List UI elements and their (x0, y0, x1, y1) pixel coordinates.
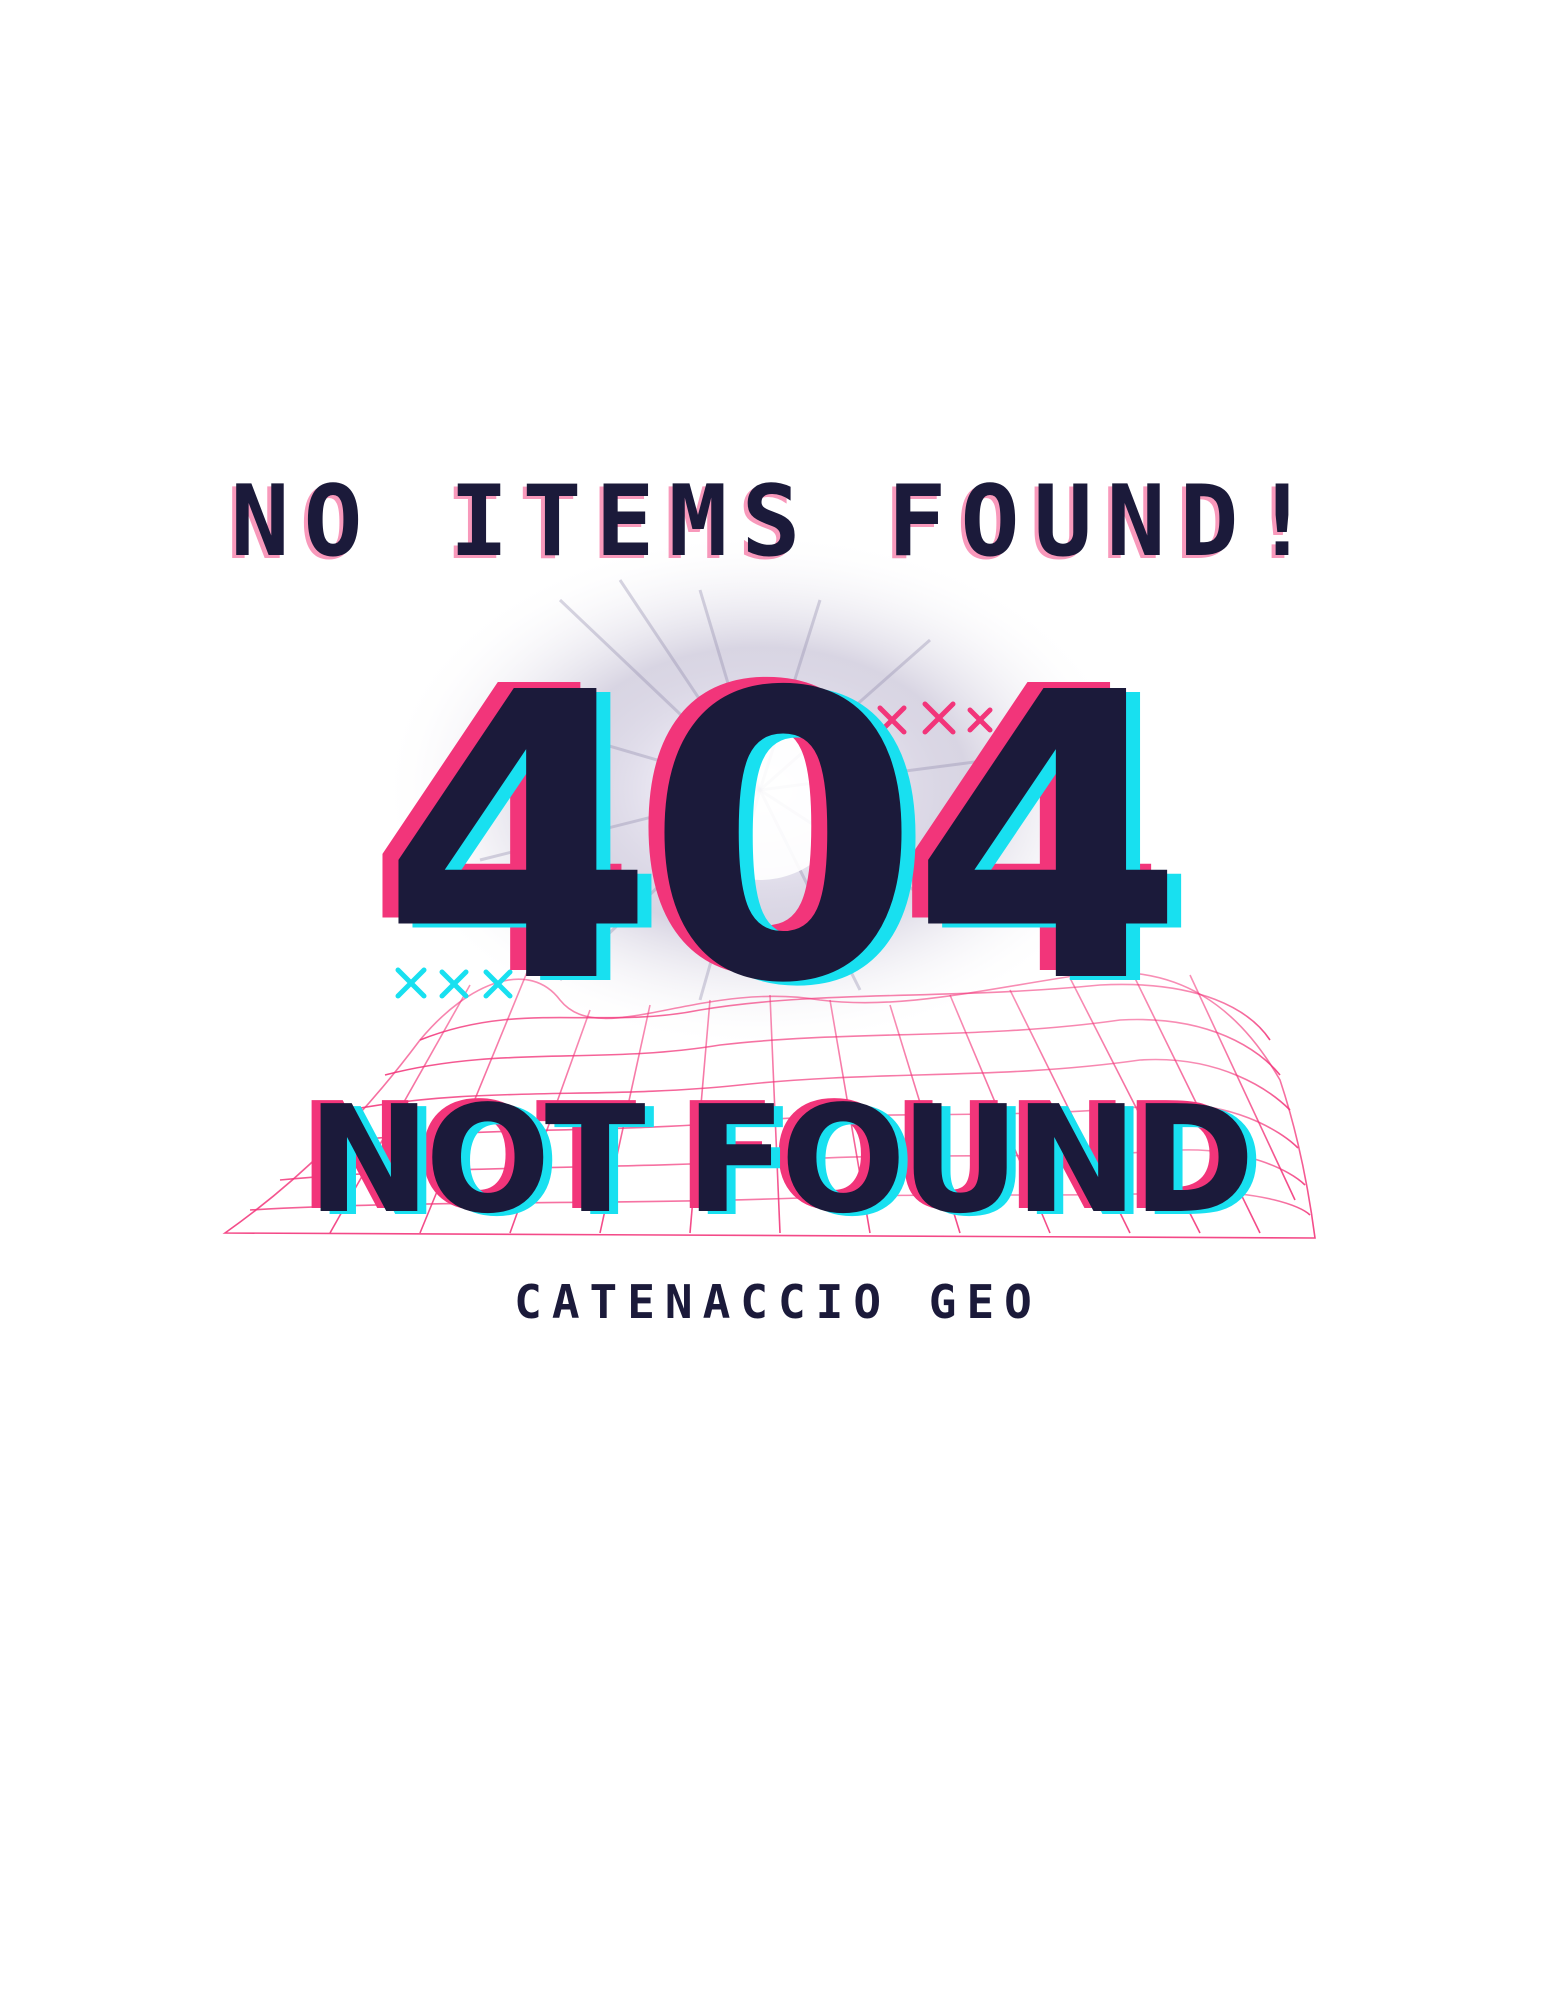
headline-text: NO ITEMS FOUND! (230, 465, 1326, 579)
subtitle-text: NOT FOUND (307, 1074, 1255, 1246)
error-code: 404 404 404 (0, 610, 1556, 1070)
headline: NO ITEMS FOUND! NO ITEMS FOUND! (0, 462, 1556, 582)
brand: CATENACCIO GEO (0, 1272, 1556, 1332)
subtitle: NOT FOUND NOT FOUND NOT FOUND (0, 1072, 1556, 1248)
brand-text: CATENACCIO GEO (514, 1275, 1042, 1329)
error-code-text: 404 (380, 610, 1186, 1070)
